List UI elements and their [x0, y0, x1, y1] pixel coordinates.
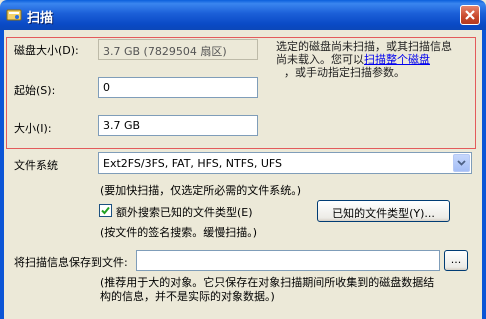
start-input[interactable]: 0: [98, 77, 258, 98]
extra-search-hint: (按文件的签名搜索。缓慢扫描。): [100, 226, 258, 239]
title-bar[interactable]: 扫描: [0, 0, 486, 30]
window-title: 扫描: [27, 11, 54, 26]
dropdown-button[interactable]: [453, 154, 470, 172]
filesystem-hint: (要加快扫描，仅选定所必需的文件系统。): [100, 184, 302, 197]
scan-note-line2-text: 尚未载入。您可以: [276, 53, 364, 66]
size-input[interactable]: 3.7 GB: [98, 115, 258, 136]
checkmark-icon: [101, 206, 110, 215]
filesystem-label: 文件系统: [14, 159, 58, 172]
filesystem-selected: Ext2FS/3FS, FAT, HFS, NTFS, UFS: [103, 157, 283, 170]
disk-size-label: 磁盘大小(D):: [14, 44, 79, 57]
save-info-input[interactable]: [136, 250, 440, 271]
close-icon: [465, 10, 475, 20]
scan-note-line1: 选定的磁盘尚未扫描，或其扫描信息: [276, 40, 452, 53]
extra-search-label[interactable]: 额外搜索已知的文件类型(E): [116, 204, 253, 220]
scan-note-line3: ，或手动指定扫描参数。: [284, 66, 405, 79]
scan-whole-disk-link[interactable]: 扫描整个磁盘: [364, 53, 430, 66]
known-file-types-button[interactable]: 已知的文件类型(Y)...: [317, 200, 450, 222]
extra-search-checkbox[interactable]: [99, 204, 112, 217]
save-info-hint-line2: 构的信息，并不是实际的对象数据。): [100, 290, 275, 303]
browse-button[interactable]: ...: [444, 250, 468, 271]
close-button[interactable]: [460, 5, 480, 25]
disk-size-field: 3.7 GB (7829504 扇区): [98, 39, 258, 60]
window-frame-right: [482, 30, 486, 319]
size-label: 大小(I):: [14, 122, 52, 135]
scan-icon: [6, 7, 22, 23]
scan-note-line2: 尚未载入。您可以扫描整个磁盘: [276, 53, 430, 66]
window-frame-left: [0, 30, 4, 319]
start-label: 起始(S):: [14, 84, 56, 97]
filesystem-dropdown[interactable]: Ext2FS/3FS, FAT, HFS, NTFS, UFS: [98, 152, 472, 174]
save-info-label: 将扫描信息保存到文件:: [14, 256, 128, 269]
chevron-down-icon: [457, 160, 466, 166]
